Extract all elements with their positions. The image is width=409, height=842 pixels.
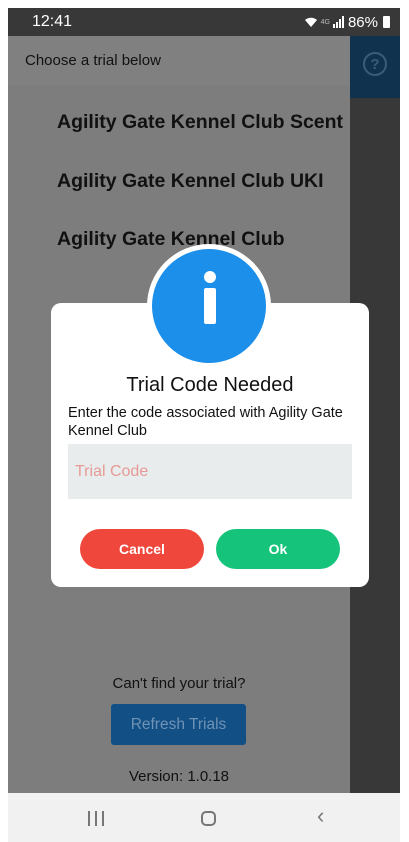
battery-icon	[383, 16, 390, 28]
page-header: Choose a trial below	[8, 36, 350, 85]
signal-icon	[332, 16, 344, 28]
info-icon	[152, 249, 266, 363]
version-text: Version: 1.0.18	[128, 768, 230, 785]
help-icon[interactable]: ?	[363, 52, 387, 76]
back-icon[interactable]: ‹	[317, 805, 324, 827]
header-action-area: ?	[350, 36, 400, 98]
network-type: 4G	[320, 18, 330, 26]
refresh-trials-button[interactable]: Refresh Trials	[111, 704, 246, 745]
ok-button[interactable]: Ok	[216, 529, 340, 569]
cant-find-text: Can't find your trial?	[112, 675, 246, 692]
recent-apps-icon[interactable]	[88, 811, 104, 826]
status-bar: 12:41 4G 86%	[8, 8, 400, 36]
trial-item[interactable]: Agility Gate Kennel Club UKI	[57, 170, 324, 193]
status-time: 12:41	[32, 13, 73, 30]
trial-code-input[interactable]	[68, 444, 352, 499]
home-icon[interactable]	[201, 811, 216, 826]
wifi-icon	[304, 17, 317, 27]
trial-item[interactable]: Agility Gate Kennel Club Scent	[57, 111, 343, 134]
dialog-title: Trial Code Needed	[126, 374, 294, 396]
trial-item[interactable]: Agility Gate Kennel Club	[57, 228, 285, 251]
system-nav-bar: ‹	[8, 793, 400, 842]
status-indicators: 4G 86%	[304, 14, 390, 31]
info-badge	[147, 244, 271, 368]
cancel-button[interactable]: Cancel	[80, 529, 204, 569]
header-title: Choose a trial below	[25, 52, 161, 69]
battery-percent: 86%	[347, 13, 378, 31]
dialog-message: Enter the code associated with Agility G…	[68, 405, 343, 439]
